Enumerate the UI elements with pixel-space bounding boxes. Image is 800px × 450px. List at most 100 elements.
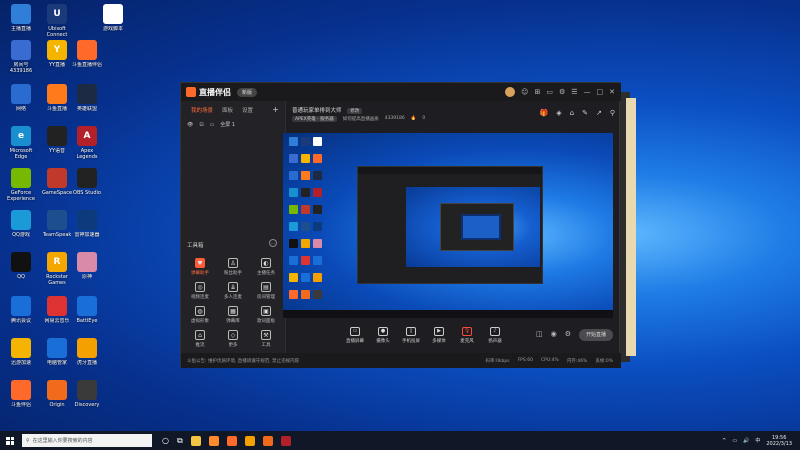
emoji-icon[interactable]: ☺ — [521, 88, 528, 96]
pin-icon[interactable]: ⚲ — [610, 109, 615, 117]
tab-panel[interactable]: 面板 — [222, 106, 233, 114]
source-button[interactable]: ▶ 多媒体 — [425, 326, 453, 344]
close-icon[interactable]: ✕ — [609, 88, 615, 96]
desktop-icon[interactable]: YY语音 — [40, 126, 74, 154]
desktop-icon[interactable]: Origin — [40, 380, 74, 408]
source-button[interactable]: ♪ 扬声器 — [481, 326, 509, 344]
desktop-icon[interactable]: A Apex Legends — [70, 126, 104, 160]
taskbar-app-explorer-icon[interactable] — [190, 435, 201, 446]
tool-button[interactable]: ♥ 弹幕助手 — [185, 258, 215, 276]
desktop-icon[interactable]: QQ游戏 — [4, 210, 38, 238]
tool-button[interactable]: ⚒ 工具 — [251, 330, 281, 348]
avatar[interactable] — [505, 87, 516, 97]
desktop-icon[interactable]: U Ubisoft Connect — [40, 4, 74, 38]
quality-link[interactable]: 如何提高直播画质 — [343, 116, 379, 122]
desktop-icon[interactable]: 雷神加速器 — [70, 210, 104, 238]
record-icon[interactable]: ◉ — [551, 330, 557, 338]
task-view-icon[interactable]: ⧉ — [177, 436, 183, 446]
desktop-icon[interactable]: 主播直播 — [4, 4, 38, 32]
tool-button[interactable]: ▦ 弹幕库 — [218, 306, 248, 324]
badge-icon[interactable]: ◈ — [556, 109, 561, 117]
gift-icon[interactable]: 🎁 — [540, 109, 549, 117]
title-bar[interactable]: 直播伴侣 新版 ☺ ⊞ ▭ ⚙ ☰ — □ ✕ — [181, 83, 621, 101]
desktop-icon[interactable]: e Microsoft Edge — [4, 126, 38, 160]
window-icon[interactable]: ▭ — [546, 88, 553, 96]
edit-icon[interactable]: ✎ — [582, 109, 588, 117]
source-button[interactable]: 🎙 麦克风 — [453, 326, 481, 344]
start-live-button[interactable]: 开始直播 — [579, 329, 613, 341]
lock-icon[interactable]: ⊡ — [199, 122, 203, 128]
desktop-icon[interactable]: R Rockstar Games — [40, 252, 74, 286]
tool-button[interactable]: ▣ 歌词面板 — [251, 306, 281, 324]
maximize-icon[interactable]: □ — [597, 88, 604, 96]
settings-icon[interactable]: ⚙ — [559, 88, 565, 96]
clock[interactable]: 19:56 2022/3/13 — [766, 435, 792, 447]
taskbar-app-huya-icon[interactable] — [244, 435, 255, 446]
desktop-icon[interactable]: QQ — [4, 252, 38, 280]
tray-expand-icon[interactable]: ^ — [722, 438, 726, 444]
tool-button[interactable]: ⇊ 多人连麦 — [218, 282, 248, 300]
tool-button[interactable]: ▤ 房间管理 — [251, 282, 281, 300]
share-icon[interactable]: ↗ — [596, 109, 602, 117]
volume-icon[interactable]: 🔊 — [743, 438, 749, 444]
desktop-icon[interactable]: 斗鱼直播伴侣 — [70, 40, 104, 68]
source-button[interactable]: ● 摄像头 — [369, 326, 397, 344]
taskbar-app-game-icon[interactable] — [262, 435, 273, 446]
menu-icon[interactable]: ☰ — [571, 88, 577, 96]
eye-icon[interactable]: 👁 — [187, 122, 193, 128]
tool-icon: ⚒ — [261, 330, 271, 340]
taskbar-app-apex-icon[interactable] — [280, 435, 291, 446]
desktop-icon[interactable]: GeForce Experience — [4, 168, 38, 202]
desktop-icon[interactable]: 网络 — [4, 84, 38, 112]
scene-item[interactable]: 👁 ⊡ ▭ 全屏 1 — [181, 119, 285, 130]
start-button[interactable] — [6, 436, 14, 445]
toolbox-more-button[interactable]: … — [269, 239, 277, 247]
gear-icon[interactable]: ⚙ — [565, 330, 571, 338]
network-icon[interactable]: ▭ — [732, 438, 737, 444]
desktop-icon[interactable]: BattlEye — [70, 296, 104, 324]
desktop-icon[interactable]: 斗鱼直播 — [40, 84, 74, 112]
desktop-icon[interactable]: 虎牙直播 — [70, 338, 104, 366]
desktop-icon[interactable]: OBS Studio — [70, 168, 104, 196]
tool-button[interactable]: ⌂ 推流 — [185, 330, 215, 348]
tool-button[interactable]: ◇ 更多 — [218, 330, 248, 348]
desktop-icon[interactable]: GameSpace — [40, 168, 74, 196]
cortana-icon[interactable]: ○ — [162, 436, 169, 445]
preview-app-window — [357, 166, 543, 284]
tool-button[interactable]: ♙ 粉丝助手 — [218, 258, 248, 276]
layout-icon[interactable]: ◫ — [536, 330, 543, 338]
taskbar-app-edge-icon[interactable] — [208, 435, 219, 446]
tool-button[interactable]: ◎ 视频连麦 — [185, 282, 215, 300]
desktop-icon[interactable]: Y YY直播 — [40, 40, 74, 68]
taskbar-search[interactable]: ⚲ 在这里输入你要搜索的内容 — [22, 434, 152, 447]
desktop-icon[interactable]: 网易云音乐 — [40, 296, 74, 324]
grid-icon[interactable]: ⊞ — [534, 88, 540, 96]
tool-button[interactable]: ◍ 虚拟形象 — [185, 306, 215, 324]
add-scene-button[interactable]: + — [272, 105, 279, 114]
category-chip[interactable]: APEX英雄 - 服务器 — [292, 116, 337, 122]
edit-title-button[interactable]: 修改 — [347, 108, 363, 114]
tab-scenes[interactable]: 我的场景 — [191, 106, 213, 114]
stream-preview[interactable] — [283, 133, 613, 318]
source-button[interactable]: ▭ 直播屏幕 — [341, 326, 369, 344]
version-pill[interactable]: 新版 — [237, 87, 258, 97]
tool-button[interactable]: ◐ 主播任务 — [251, 258, 281, 276]
desktop-icon[interactable]: 原神 — [70, 252, 104, 280]
tab-settings[interactable]: 设置 — [242, 106, 253, 114]
taskbar-app-douyu-icon[interactable] — [226, 435, 237, 446]
desktop-icon[interactable]: 房间号 4339186 — [4, 40, 38, 74]
desktop-icon[interactable]: 迅游加速 — [4, 338, 38, 366]
home-icon[interactable]: ⌂ — [570, 109, 574, 117]
status-notice[interactable]: 斗鱼公告: 维护优质环境, 直播请遵守规范, 禁止违规内容 — [187, 358, 299, 364]
minimize-icon[interactable]: — — [584, 88, 591, 96]
desktop-icon[interactable]: 英雄联盟 — [70, 84, 104, 112]
desktop-icon[interactable]: 斗鱼伴侣 — [4, 380, 38, 408]
ime-indicator[interactable]: 中 — [755, 437, 760, 444]
desktop-icon[interactable]: Discovery — [70, 380, 104, 408]
desktop-icon[interactable]: 腾讯会议 — [4, 296, 38, 324]
desktop-icon[interactable]: TeamSpeak — [40, 210, 74, 238]
desktop-icon[interactable]: 电脑管家 — [40, 338, 74, 366]
source-button[interactable]: ▯ 手机投屏 — [397, 326, 425, 344]
tool-icon: ⌂ — [195, 330, 205, 340]
desktop-icon[interactable]: 游戏脚本 — [96, 4, 130, 32]
